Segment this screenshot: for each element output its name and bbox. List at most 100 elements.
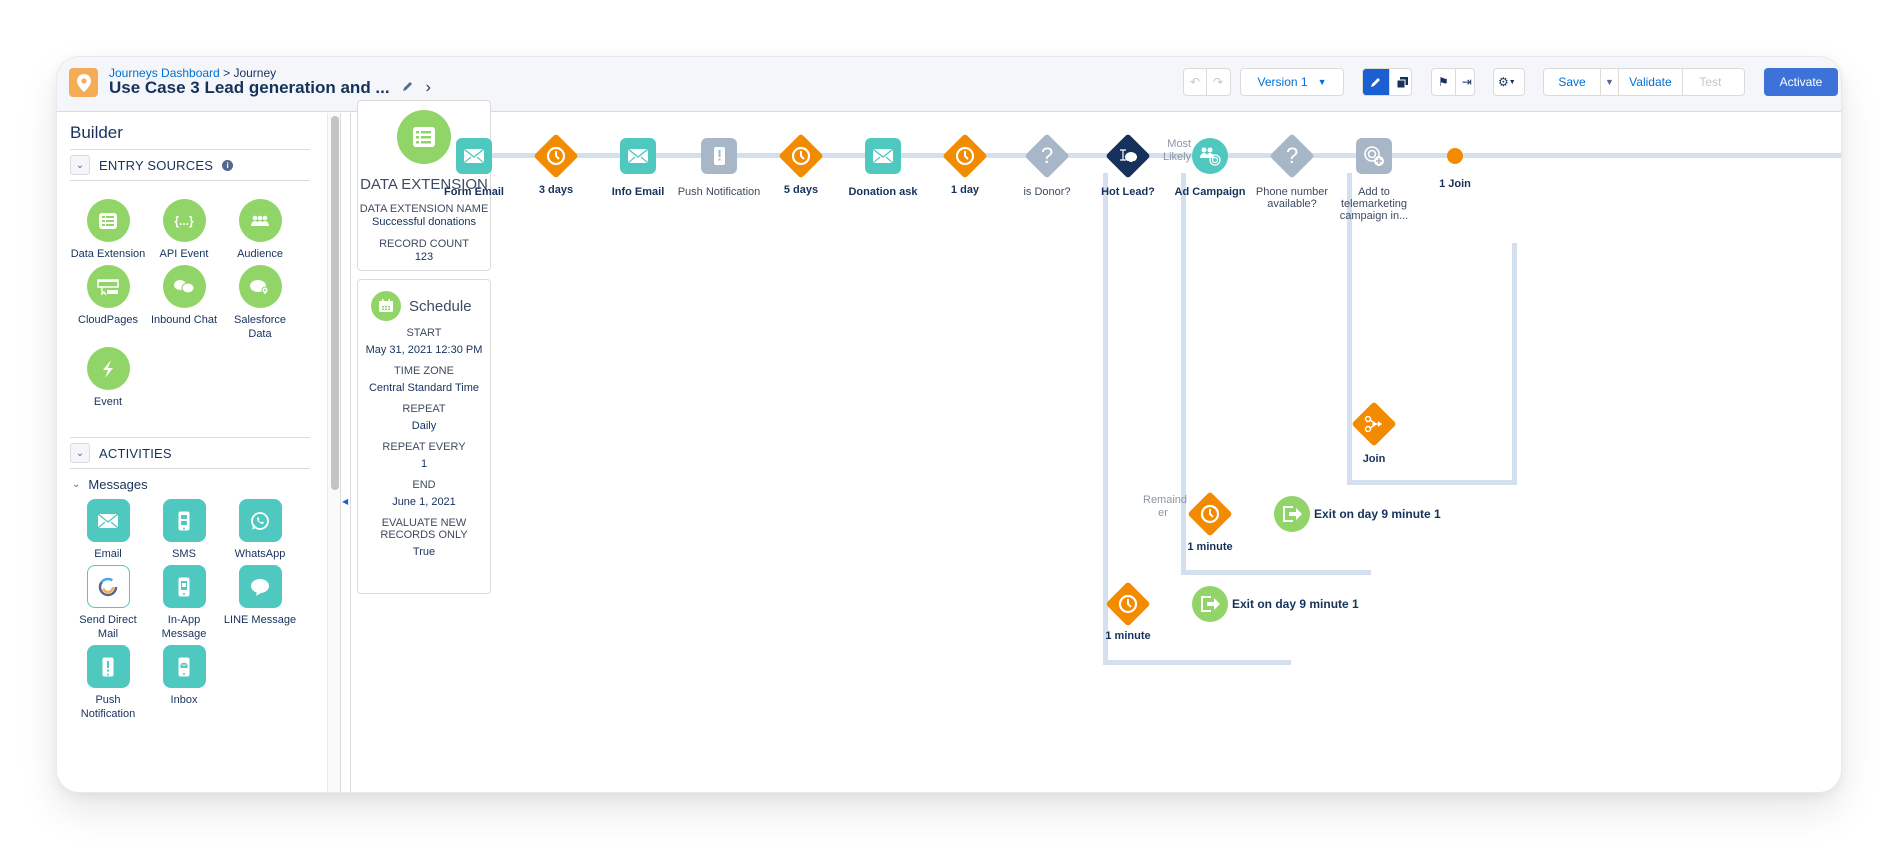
activity-sms[interactable]: SMS [146, 499, 222, 561]
question-mark-icon: ? [1040, 143, 1054, 168]
exit-criteria-icon[interactable]: ⇥ [1454, 69, 1478, 95]
messages-group-header[interactable]: ⌄ Messages [72, 477, 148, 492]
entry-source-label: Audience [237, 248, 283, 260]
schedule-fields: START May 31, 2021 12:30 PM TIME ZONE Centr… [358, 327, 490, 558]
node-push-disabled-push-notification[interactable] [701, 138, 737, 174]
messages-label: Messages [88, 477, 148, 492]
question-mark-icon: ? [1285, 143, 1299, 168]
undo-redo-group: ↶ ↷ [1183, 68, 1231, 96]
join-return-connector [1512, 243, 1517, 485]
entry-source-inbound-chat[interactable]: Inbound Chat [146, 265, 222, 341]
sidebar-collapse-handle[interactable]: ◀ [341, 113, 351, 792]
activity-push-notification[interactable]: Push Notification [70, 645, 146, 721]
sidebar-scrollbar[interactable] [327, 113, 341, 792]
activity-label: LINE Message [223, 614, 297, 626]
node-label: Exit on day 9 minute 1 [1314, 507, 1441, 521]
wait-icon [1118, 594, 1138, 614]
validate-button[interactable]: Validate [1617, 69, 1682, 95]
entry-sources-section-header[interactable]: ⌄ ENTRY SOURCES i [70, 149, 310, 181]
schedule-field-label: TIME ZONE [394, 365, 454, 377]
activity-label: WhatsApp [234, 548, 286, 560]
entry-source-salesforce-data[interactable]: Salesforce Data [222, 265, 298, 341]
undo-button[interactable]: ↶ [1184, 69, 1206, 95]
copy-stack-icon[interactable] [1389, 69, 1415, 95]
sidebar-scrollbar-thumb[interactable] [331, 116, 339, 490]
schedule-field-label: START [406, 327, 442, 339]
node-label: 1 minute [1187, 541, 1233, 553]
schedule-field-value: May 31, 2021 12:30 PM [365, 344, 483, 356]
event-icon [86, 347, 130, 390]
salesforce-data-icon [238, 265, 282, 308]
activities-section-header[interactable]: ⌄ ACTIVITIES [70, 437, 310, 469]
journey-builder-window: Journeys Dashboard > Journey Use Case 3 … [57, 57, 1841, 792]
inbox-icon [162, 645, 206, 688]
entry-source-cloudpages[interactable]: CloudPages [70, 265, 146, 341]
node-email-form-email[interactable] [456, 138, 492, 174]
node-email-info-email[interactable] [620, 138, 656, 174]
header-bar: Journeys Dashboard > Journey Use Case 3 … [57, 57, 1841, 112]
einstein-icon [1118, 147, 1138, 165]
edit-mode-pencil-icon[interactable] [1363, 69, 1389, 95]
redo-button[interactable]: ↷ [1206, 69, 1229, 95]
entry-source-api-event[interactable]: {...} API Event [146, 199, 222, 261]
node-exit-exit-on-day-9-minute-1[interactable] [1274, 496, 1310, 532]
schedule-field-label: REPEAT EVERY [382, 441, 466, 453]
cloudpages-icon [86, 265, 130, 308]
data-extension-icon [86, 199, 130, 242]
node-label: 1 minute [1105, 630, 1151, 642]
schedule-card[interactable]: Schedule START May 31, 2021 12:30 PM TIME … [357, 279, 491, 594]
activity-in-app-message[interactable]: In-App Message [146, 565, 222, 641]
push-icon [713, 147, 725, 165]
chevron-right-icon[interactable]: › [426, 79, 431, 97]
caret-down-icon: ▼ [1317, 77, 1327, 87]
chevron-down-icon[interactable]: ⌄ [70, 155, 90, 175]
test-button[interactable]: Test [1681, 69, 1738, 95]
activity-email[interactable]: Email [70, 499, 146, 561]
activity-label: In-App Message [161, 614, 207, 640]
settings-menu-button[interactable]: ⚙ ▼ [1493, 68, 1525, 96]
activate-button[interactable]: Activate [1764, 68, 1838, 96]
node-ad-audience-ad-campaign[interactable] [1192, 138, 1228, 174]
wait-icon [791, 146, 811, 166]
journey-canvas[interactable] [352, 113, 1841, 792]
info-icon[interactable]: i [222, 159, 234, 171]
node-email-donation-ask[interactable] [865, 138, 901, 174]
version-select[interactable]: Version 1 ▼ [1240, 68, 1344, 96]
edit-pencil-icon[interactable] [402, 79, 414, 97]
node-campaign-disabled-add-to-telemarketing-campaign-in[interactable] [1356, 138, 1392, 174]
calendar-icon [371, 291, 401, 321]
data-extension-icon [397, 110, 451, 164]
schedule-field-value: 1 [420, 458, 428, 470]
entry-source-label: Salesforce Data [234, 314, 286, 340]
schedule-field-label: EVALUATE NEW RECORDS ONLY [380, 517, 468, 541]
entry-source-label: API Event [159, 248, 209, 260]
email-icon [873, 149, 893, 163]
wait-icon [546, 146, 566, 166]
collapse-left-arrow-icon[interactable]: ◀ [342, 497, 348, 506]
activity-line-message[interactable]: LINE Message [222, 565, 298, 641]
goal-trophy-icon[interactable]: ⚑ [1432, 69, 1455, 95]
activity-inbox[interactable]: Inbox [146, 645, 222, 721]
entry-source-data-extension[interactable]: Data Extension [70, 199, 146, 261]
schedule-field-label: REPEAT [402, 403, 446, 415]
node-exit-exit-on-day-9-minute-1[interactable] [1192, 586, 1228, 622]
chevron-down-icon[interactable]: ⌄ [70, 443, 90, 463]
exit-icon [1281, 505, 1303, 523]
activity-send-direct-mail[interactable]: Send Direct Mail [70, 565, 146, 641]
audience-icon [238, 199, 282, 242]
inbound-chat-icon [162, 265, 206, 308]
node-join-point-1-join[interactable] [1447, 148, 1463, 164]
save-dropdown-caret-icon[interactable]: ▼ [1600, 69, 1618, 95]
save-button[interactable]: Save [1544, 69, 1600, 95]
entry-source-event[interactable]: Event [70, 347, 146, 409]
activity-whatsapp[interactable]: WhatsApp [222, 499, 298, 561]
entry-source-audience[interactable]: Audience [222, 199, 298, 261]
entry-card-name-label: DATA EXTENSION NAME [359, 203, 489, 215]
node-label: Join [1362, 453, 1386, 465]
entry-card-count-value: 123 [414, 251, 434, 263]
wait-icon [955, 146, 975, 166]
is-donor-branch-connector [1103, 660, 1211, 665]
entry-card-name-value: Successful donations [372, 216, 476, 228]
is-donor-branch-connector [1103, 173, 1108, 665]
goal-exit-group: ⚑ ⇥ [1431, 68, 1475, 96]
